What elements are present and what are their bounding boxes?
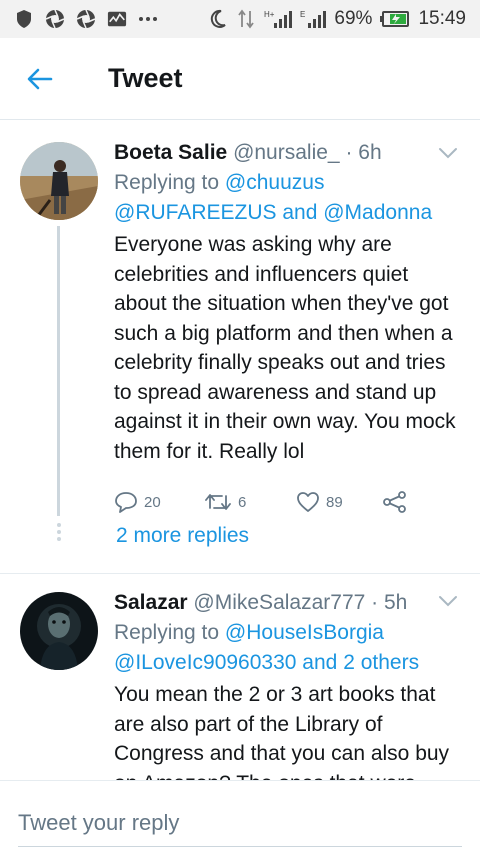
status-bar: H+ E 69% 15:49 <box>0 0 480 38</box>
retweet-count: 6 <box>238 493 247 511</box>
battery-icon <box>380 9 410 29</box>
tweet-text: You mean the 2 or 3 art books that are a… <box>114 683 450 780</box>
tweet-actions: 20 6 89 <box>114 488 462 516</box>
top-app-bar: Tweet <box>0 38 480 120</box>
replying-and: and <box>296 651 344 674</box>
thread-line <box>57 226 60 516</box>
display-name[interactable]: Salazar <box>114 591 188 614</box>
user-handle[interactable]: @MikeSalazar777 <box>193 591 365 614</box>
mention-link[interactable]: @chuuzus <box>225 171 325 194</box>
status-bar-left <box>14 9 158 29</box>
tweet-item[interactable]: Salazar @MikeSalazar777 · 5h Replying to… <box>0 574 480 780</box>
others-link[interactable]: 2 others <box>343 651 419 674</box>
like-count: 89 <box>326 493 343 511</box>
tweet-body: Boeta Salie @nursalie_ · 6h Replying to … <box>114 138 462 516</box>
page-title: Tweet <box>108 63 183 93</box>
arrow-left-icon <box>27 68 53 89</box>
shield-icon <box>14 9 34 29</box>
more-dots-icon <box>138 9 158 29</box>
signal-icon: E <box>300 9 327 29</box>
aperture-icon <box>45 9 65 29</box>
user-handle[interactable]: @nursalie_ <box>233 141 340 164</box>
battery-percent: 69% <box>334 8 373 29</box>
replying-prefix: Replying to <box>114 171 225 194</box>
timestamp: · 6h <box>345 141 382 164</box>
clock: 15:49 <box>418 8 466 29</box>
mention-link[interactable]: @HouseIsBorgia <box>225 621 384 644</box>
display-name[interactable]: Boeta Salie <box>114 141 227 164</box>
signal-icon: H+ <box>264 9 293 29</box>
reply-input[interactable] <box>18 799 462 847</box>
reply-button[interactable]: 20 <box>114 491 204 513</box>
tweet-item[interactable]: Boeta Salie @nursalie_ · 6h Replying to … <box>0 122 480 574</box>
mention-link[interactable]: @RUFAREEZUS <box>114 201 277 224</box>
replying-and: and <box>276 201 324 224</box>
thread-dots <box>56 520 62 544</box>
like-button[interactable]: 89 <box>296 491 382 513</box>
network2-label: E <box>300 10 305 19</box>
chevron-down-icon[interactable] <box>438 146 458 160</box>
heart-icon <box>297 492 319 512</box>
aperture-icon <box>76 9 96 29</box>
reply-count: 20 <box>144 493 161 511</box>
timestamp: · 5h <box>371 591 408 614</box>
tweet-body: Salazar @MikeSalazar777 · 5h Replying to… <box>114 588 462 780</box>
share-button[interactable] <box>382 491 408 513</box>
activity-icon <box>107 9 127 29</box>
avatar[interactable] <box>20 142 98 220</box>
replying-to: Replying to @HouseIsBorgia @ILoveIc90960… <box>114 618 462 678</box>
network1-label: H+ <box>264 10 275 19</box>
status-bar-right: H+ E 69% 15:49 <box>208 8 466 30</box>
back-button[interactable] <box>20 59 60 99</box>
retweet-button[interactable]: 6 <box>204 492 296 512</box>
moon-icon <box>208 9 228 29</box>
replying-prefix: Replying to <box>114 621 225 644</box>
tweet-header: Boeta Salie @nursalie_ · 6h <box>114 138 462 168</box>
mention-link[interactable]: @ILoveIc90960330 <box>114 651 296 674</box>
share-icon <box>383 491 406 513</box>
chevron-down-icon[interactable] <box>438 594 458 608</box>
retweet-icon <box>205 494 231 510</box>
replying-to: Replying to @chuuzus @RUFAREEZUS and @Ma… <box>114 168 462 228</box>
reply-icon <box>115 492 137 513</box>
more-replies-link[interactable]: 2 more replies <box>116 524 249 548</box>
avatar[interactable] <box>20 592 98 670</box>
mention-link[interactable]: @Madonna <box>323 201 432 224</box>
reply-composer <box>0 780 480 854</box>
tweet-header: Salazar @MikeSalazar777 · 5h <box>114 588 462 618</box>
data-arrows-icon <box>236 9 256 29</box>
tweet-text: Everyone was asking why are celebrities … <box>114 233 456 463</box>
